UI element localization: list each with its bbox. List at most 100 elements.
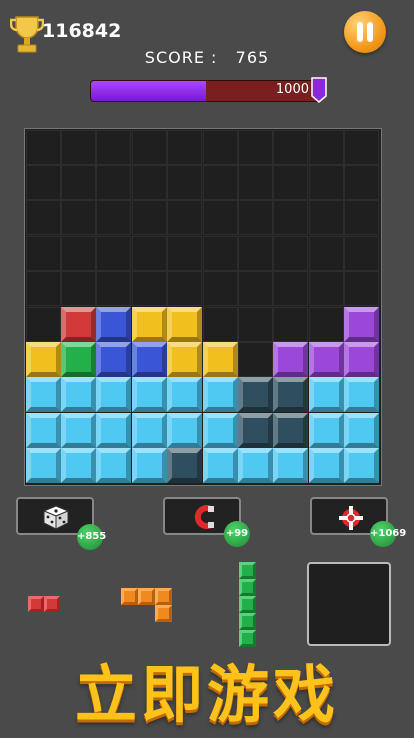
yellow-block: [167, 341, 203, 377]
cyan-block: [308, 412, 344, 448]
play-now-banner[interactable]: 立即游戏: [0, 644, 414, 734]
empty-cell: [167, 235, 203, 271]
bomb-icon: [339, 506, 363, 530]
empty-cell: [167, 200, 203, 236]
empty-cell: [273, 271, 309, 307]
empty-cell: [131, 200, 167, 236]
empty-cell: [167, 164, 203, 200]
empty-cell: [60, 200, 96, 236]
blue-block: [131, 341, 167, 377]
empty-cell: [237, 235, 273, 271]
game-board[interactable]: [24, 128, 382, 486]
empty-cell: [96, 164, 132, 200]
yellow-block: [167, 306, 203, 342]
yellow-block: [25, 341, 61, 377]
purple-block: [308, 341, 344, 377]
magnet-icon: [194, 505, 214, 529]
empty-cell: [273, 200, 309, 236]
cyan-block: [344, 412, 380, 448]
empty-cell: [308, 200, 344, 236]
cyan-block: [131, 377, 167, 413]
cyan-block: [202, 377, 238, 413]
empty-cell: [25, 235, 61, 271]
cyan-block: [60, 412, 96, 448]
empty-cell: [25, 129, 61, 165]
empty-cell: [237, 164, 273, 200]
cyan-block: [344, 377, 380, 413]
cyan-block: [60, 448, 96, 484]
cyan-block: [308, 448, 344, 484]
blue-block: [96, 306, 132, 342]
empty-cell: [167, 271, 203, 307]
yellow-block: [202, 341, 238, 377]
cyan-block: [96, 448, 132, 484]
empty-cell: [237, 341, 273, 377]
progress-fill: [91, 81, 206, 101]
empty-cell: [308, 164, 344, 200]
green-block: [60, 341, 96, 377]
empty-cell: [202, 235, 238, 271]
empty-cell: [131, 235, 167, 271]
empty-cell: [344, 235, 380, 271]
pause-button[interactable]: [344, 11, 386, 53]
empty-cell: [25, 271, 61, 307]
cyan-block: [96, 377, 132, 413]
empty-cell: [60, 129, 96, 165]
empty-cell: [131, 271, 167, 307]
empty-cell: [25, 164, 61, 200]
ghost-block: [237, 412, 273, 448]
cyan-block: [167, 377, 203, 413]
empty-cell: [308, 271, 344, 307]
cyan-block: [25, 412, 61, 448]
dice-icon: [42, 505, 70, 530]
dice-count-badge: +855: [77, 524, 106, 550]
cyan-block: [237, 448, 273, 484]
cyan-block: [273, 448, 309, 484]
empty-cell: [273, 129, 309, 165]
magnet-count-badge: +99: [224, 521, 250, 547]
score-label: SCORE : 765: [144, 48, 270, 67]
cyan-block: [308, 377, 344, 413]
empty-cell: [96, 271, 132, 307]
empty-cell: [237, 129, 273, 165]
cyan-block: [60, 377, 96, 413]
empty-cell: [202, 271, 238, 307]
ghost-block: [273, 412, 309, 448]
ghost-block: [167, 448, 203, 484]
empty-cell: [202, 129, 238, 165]
empty-cell: [60, 164, 96, 200]
cyan-block: [25, 448, 61, 484]
empty-cell: [25, 306, 61, 342]
pause-icon: [367, 22, 373, 42]
cyan-block: [167, 412, 203, 448]
purple-block: [344, 306, 380, 342]
empty-cell: [25, 200, 61, 236]
empty-cell: [167, 129, 203, 165]
empty-cell: [96, 235, 132, 271]
target-score: 1000: [275, 82, 309, 97]
empty-cell: [344, 129, 380, 165]
empty-cell: [308, 306, 344, 342]
cyan-block: [25, 377, 61, 413]
level-progress-bar: 1000: [90, 80, 322, 102]
ghost-block: [237, 377, 273, 413]
empty-cell: [344, 200, 380, 236]
empty-cell: [344, 271, 380, 307]
empty-cell: [344, 164, 380, 200]
empty-cell: [131, 164, 167, 200]
purple-block: [344, 341, 380, 377]
best-score: 116842: [42, 20, 122, 42]
pause-icon: [357, 22, 363, 42]
empty-cell: [96, 200, 132, 236]
empty-cell: [202, 306, 238, 342]
empty-cell: [273, 164, 309, 200]
hold-slot[interactable]: [307, 562, 391, 646]
red-block: [60, 306, 96, 342]
bomb-count-badge: +1069: [370, 521, 406, 547]
empty-cell: [273, 306, 309, 342]
empty-cell: [60, 271, 96, 307]
cyan-block: [131, 448, 167, 484]
cyan-block: [131, 412, 167, 448]
empty-cell: [131, 129, 167, 165]
empty-cell: [237, 306, 273, 342]
